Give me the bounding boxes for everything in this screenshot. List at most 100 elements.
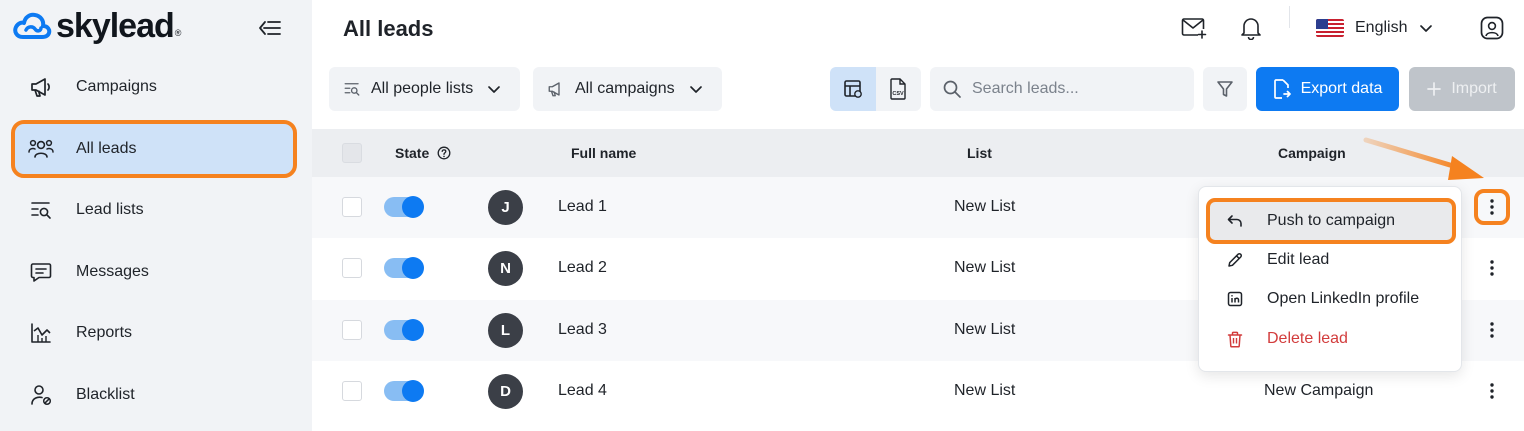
toggle-knob <box>402 319 424 341</box>
linkedin-icon <box>1227 291 1243 307</box>
compose-mail-button[interactable] <box>1180 14 1208 42</box>
user-block-icon <box>28 382 54 408</box>
row-actions-button[interactable] <box>1478 254 1506 282</box>
people-lists-dropdown[interactable]: All people lists <box>329 67 520 111</box>
sidebar-item-campaigns[interactable]: Campaigns <box>14 61 294 113</box>
brand-name: skylead <box>56 6 175 45</box>
row-actions-button[interactable] <box>1474 189 1510 225</box>
csv-view-button[interactable]: CSV <box>875 67 921 111</box>
sidebar-item-label: Lead lists <box>76 201 144 218</box>
row-checkbox[interactable] <box>342 197 362 217</box>
reply-arrow-icon <box>1227 215 1242 227</box>
state-toggle[interactable] <box>384 380 424 402</box>
header-divider <box>1289 6 1290 28</box>
people-icon <box>28 136 54 162</box>
filter-icon <box>1217 81 1233 97</box>
sidebar: skylead ® Campaigns All leads Lead lists… <box>0 0 312 431</box>
language-selector[interactable]: English <box>1316 15 1433 41</box>
pencil-icon <box>1228 253 1242 267</box>
notifications-button[interactable] <box>1237 14 1265 42</box>
sidebar-item-blacklist[interactable]: Blacklist <box>14 369 294 421</box>
bell-icon <box>1241 18 1261 40</box>
more-vertical-icon <box>1490 383 1494 399</box>
sidebar-item-all-leads[interactable]: All leads <box>11 120 297 178</box>
state-toggle[interactable] <box>384 319 424 341</box>
sidebar-item-label: Reports <box>76 324 133 341</box>
table-settings-icon <box>843 80 862 98</box>
row-checkbox[interactable] <box>342 320 362 340</box>
sidebar-item-lead-lists[interactable]: Lead lists <box>14 184 294 236</box>
row-actions-menu: Push to campaign Edit lead Open LinkedIn… <box>1198 186 1462 372</box>
more-vertical-icon <box>1490 199 1494 215</box>
sidebar-item-label: Campaigns <box>76 78 157 95</box>
annotation-arrow-icon <box>1363 137 1484 180</box>
state-toggle[interactable] <box>384 196 424 218</box>
help-circle-icon[interactable] <box>437 146 451 160</box>
chevron-down-icon <box>689 86 702 93</box>
chart-icon <box>28 320 54 346</box>
select-all-checkbox[interactable] <box>342 143 362 163</box>
lead-list: New List <box>954 259 1016 276</box>
menu-item-push-to-campaign[interactable]: Push to campaign <box>1206 198 1456 244</box>
menu-item-label: Push to campaign <box>1267 212 1396 229</box>
user-avatar-icon <box>1480 16 1504 40</box>
lead-name: Lead 1 <box>558 198 607 215</box>
row-actions-button[interactable] <box>1478 316 1506 344</box>
toggle-knob <box>402 257 424 279</box>
lead-campaign: New Campaign <box>1264 382 1374 399</box>
people-lists-label: All people lists <box>371 80 474 97</box>
menu-item-label: Open LinkedIn profile <box>1267 290 1420 307</box>
export-file-icon <box>1273 79 1291 99</box>
column-header-state: State <box>395 145 430 161</box>
campaigns-label: All campaigns <box>575 80 675 97</box>
import-button[interactable]: Import <box>1409 67 1515 111</box>
search-input[interactable] <box>972 80 1172 98</box>
cloud-logo-icon <box>13 12 52 39</box>
sidebar-item-label: Messages <box>76 263 149 280</box>
lead-list: New List <box>954 382 1016 399</box>
view-toggle: CSV <box>830 67 921 111</box>
collapse-sidebar-button[interactable] <box>256 14 284 42</box>
lead-name: Lead 2 <box>558 259 607 276</box>
trash-icon <box>1227 331 1243 348</box>
column-header-list: List <box>967 145 992 161</box>
profile-button[interactable] <box>1478 14 1506 42</box>
message-icon <box>28 259 54 285</box>
list-search-icon <box>28 197 54 223</box>
menu-item-open-linkedin-profile[interactable]: Open LinkedIn profile <box>1209 279 1453 319</box>
column-header-campaign: Campaign <box>1278 145 1346 161</box>
sidebar-item-label: All leads <box>76 140 137 157</box>
row-checkbox[interactable] <box>342 258 362 278</box>
row-actions-button[interactable] <box>1478 377 1506 405</box>
avatar: D <box>488 374 523 409</box>
megaphone-icon <box>28 74 54 100</box>
avatar: N <box>488 251 523 286</box>
csv-file-icon: CSV <box>890 78 906 100</box>
search-box <box>930 67 1194 111</box>
row-checkbox[interactable] <box>342 381 362 401</box>
lead-list: New List <box>954 321 1016 338</box>
skylead-logo[interactable]: skylead ® <box>12 6 182 45</box>
chevron-down-icon <box>1420 25 1433 32</box>
plus-icon <box>1427 82 1442 96</box>
state-toggle[interactable] <box>384 257 424 279</box>
menu-item-delete-lead[interactable]: Delete lead <box>1209 319 1453 359</box>
svg-text:CSV: CSV <box>893 91 905 97</box>
sidebar-item-label: Blacklist <box>76 386 135 403</box>
lead-name: Lead 4 <box>558 382 607 399</box>
list-search-icon <box>344 83 360 96</box>
avatar: L <box>488 313 523 348</box>
sidebar-item-messages[interactable]: Messages <box>14 246 294 298</box>
export-data-button[interactable]: Export data <box>1256 67 1399 111</box>
page-title: All leads <box>343 16 434 41</box>
campaigns-dropdown[interactable]: All campaigns <box>533 67 722 111</box>
lead-name: Lead 3 <box>558 321 607 338</box>
column-header-full-name: Full name <box>571 145 637 161</box>
toggle-knob <box>402 380 424 402</box>
table-settings-view-button[interactable] <box>830 67 876 111</box>
brand-registered-mark: ® <box>174 28 182 38</box>
filter-button[interactable] <box>1203 67 1247 111</box>
sidebar-item-reports[interactable]: Reports <box>14 307 294 359</box>
more-vertical-icon <box>1490 260 1494 276</box>
menu-item-edit-lead[interactable]: Edit lead <box>1209 240 1453 280</box>
